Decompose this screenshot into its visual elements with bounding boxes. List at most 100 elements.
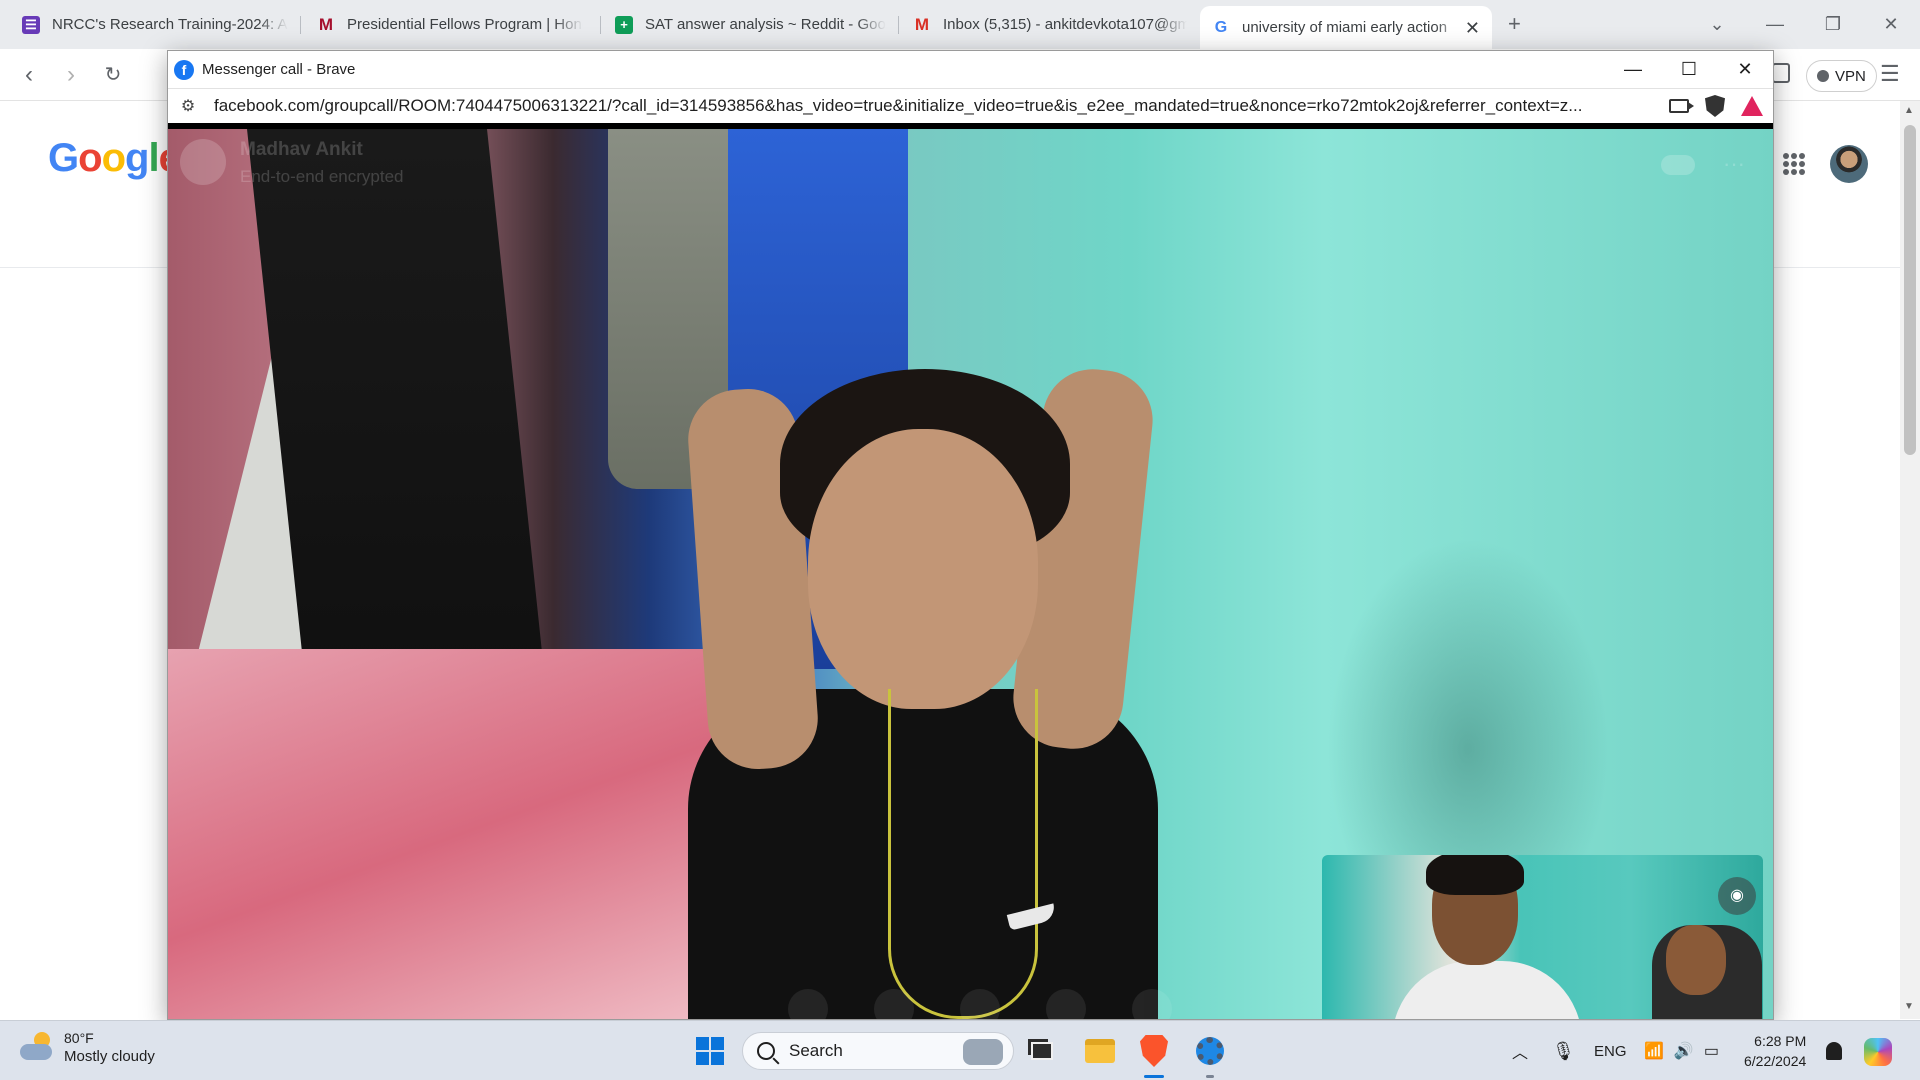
new-tab-icon[interactable]: + — [1508, 11, 1521, 37]
file-explorer-button[interactable] — [1080, 1031, 1120, 1071]
wifi-icon: 📶 — [1644, 1043, 1664, 1060]
menu-icon[interactable]: ☰ — [1880, 61, 1900, 87]
restore-icon[interactable]: ❐ — [1804, 14, 1862, 35]
settings-button[interactable] — [1190, 1031, 1230, 1071]
battery-icon: ▭ — [1703, 1043, 1719, 1060]
microphone-tray[interactable]: 🎙 — [1552, 1021, 1575, 1080]
vpn-status-icon — [1817, 70, 1829, 82]
vpn-button[interactable]: VPN — [1806, 60, 1877, 92]
popup-titlebar[interactable]: f Messenger call - Brave — ☐ ✕ — [168, 51, 1773, 88]
caller-avatar — [180, 139, 226, 185]
brave-shields-icon[interactable] — [1705, 95, 1725, 117]
windows-taskbar: 80°F Mostly cloudy Search ︿ 🎙 ENG 📶 🔊 ▭ … — [0, 1020, 1920, 1080]
account-avatar[interactable] — [1830, 145, 1868, 183]
forms-icon: ☰ — [22, 15, 40, 34]
volume-icon: 🔊 — [1673, 1043, 1694, 1060]
maximize-icon[interactable]: ☐ — [1661, 51, 1717, 88]
windows-logo-icon — [696, 1037, 724, 1065]
connection-signal-icon[interactable]: ◉ — [1718, 877, 1756, 915]
wallet-icon[interactable] — [1772, 63, 1790, 83]
video-scene — [1426, 855, 1524, 895]
popup-address-bar[interactable]: ⚙ facebook.com/groupcall/ROOM:7404475006… — [168, 88, 1773, 126]
scrollbar-thumb[interactable] — [1904, 125, 1916, 455]
add-person-icon[interactable] — [874, 989, 914, 1019]
brave-rewards-icon[interactable] — [1741, 96, 1763, 116]
google-logo[interactable]: Google — [48, 136, 181, 181]
google-apps-icon[interactable] — [1783, 153, 1805, 175]
weather-widget[interactable]: 80°F Mostly cloudy — [20, 1030, 155, 1065]
minimize-icon[interactable]: — — [1605, 51, 1661, 88]
tab-separator — [600, 16, 601, 34]
clock-time: 6:28 PM — [1754, 1033, 1807, 1049]
chevron-up-icon[interactable]: ︿ — [1512, 1039, 1528, 1063]
tab-search-icon[interactable]: ⌄ — [1688, 14, 1746, 35]
weather-description: Mostly cloudy — [64, 1048, 155, 1065]
minimize-icon[interactable]: — — [1746, 14, 1804, 35]
scroll-down-icon[interactable]: ▼ — [1904, 1001, 1914, 1012]
video-scene — [1666, 925, 1726, 995]
page-scrollbar[interactable]: ▲ ▼ — [1900, 101, 1920, 1019]
gmail-icon: M — [914, 14, 930, 34]
brave-browser-button[interactable] — [1134, 1031, 1174, 1071]
camera-in-use-icon[interactable] — [1669, 99, 1694, 113]
caller-info: Madhav Ankit End-to-end encrypted — [180, 139, 404, 187]
language-label: ENG — [1594, 1042, 1627, 1060]
video-scene — [1392, 961, 1582, 1019]
scroll-up-icon[interactable]: ▲ — [1904, 105, 1914, 116]
tab-gmail-inbox[interactable]: M Inbox (5,315) - ankitdevkota107@gm — [901, 8, 1199, 41]
forward-icon[interactable]: › — [56, 61, 86, 91]
microphone-icon[interactable] — [1046, 989, 1086, 1019]
start-button[interactable] — [690, 1031, 730, 1071]
reload-icon[interactable]: ↻ — [98, 61, 128, 91]
more-options-icon[interactable]: ··· — [1723, 153, 1745, 175]
popup-window-controls: — ☐ ✕ — [1605, 51, 1773, 88]
call-controls — [788, 989, 1172, 1019]
call-top-controls: ··· — [1661, 153, 1745, 175]
task-view-button[interactable] — [1022, 1031, 1062, 1071]
end-call-icon[interactable] — [1132, 989, 1172, 1019]
remote-video-feed[interactable]: Madhav Ankit End-to-end encrypted ··· ◉ — [168, 129, 1773, 1019]
back-icon[interactable]: ‹ — [14, 61, 44, 91]
tab-google-search[interactable]: G university of miami early action ✕ — [1200, 6, 1492, 49]
microphone-icon[interactable]: 🎙 — [1552, 1041, 1575, 1062]
tab-title: SAT answer analysis ~ Reddit - Goog — [645, 16, 886, 33]
close-tab-icon[interactable]: ✕ — [1465, 18, 1480, 39]
language-indicator[interactable]: ENG — [1594, 1021, 1627, 1080]
close-icon[interactable]: ✕ — [1717, 51, 1773, 88]
tab-title: university of miami early action — [1242, 19, 1448, 36]
tab-sat-analysis[interactable]: + SAT answer analysis ~ Reddit - Goog — [603, 8, 898, 41]
taskbar-search[interactable]: Search — [742, 1032, 1014, 1070]
show-hidden-icons[interactable]: ︿ — [1512, 1021, 1528, 1080]
video-toggle-icon[interactable] — [960, 989, 1000, 1019]
clock-date: 6/22/2024 — [1744, 1053, 1807, 1069]
tab-presidential-fellows[interactable]: M Presidential Fellows Program | Hono — [305, 8, 595, 41]
logo-letter: o — [78, 136, 102, 180]
notifications-icon[interactable] — [1826, 1042, 1842, 1060]
screen-share-icon[interactable] — [788, 989, 828, 1019]
close-icon[interactable]: ✕ — [1862, 14, 1920, 35]
vpn-label: VPN — [1835, 67, 1866, 85]
self-view-video[interactable]: ◉ — [1322, 855, 1763, 1019]
clock[interactable]: 6:28 PM 6/22/2024 — [1744, 1031, 1806, 1071]
logo-letter: G — [48, 136, 79, 180]
browser-tab-strip: ☰ NRCC's Research Training-2024: App M P… — [0, 0, 1920, 49]
popup-url[interactable]: facebook.com/groupcall/ROOM:740447500631… — [214, 96, 1634, 116]
open-app-indicator — [1206, 1075, 1214, 1078]
search-highlight-icon — [963, 1039, 1003, 1065]
tab-title: Inbox (5,315) - ankitdevkota107@gm — [943, 16, 1187, 33]
sheets-icon: + — [615, 15, 633, 34]
tab-title: NRCC's Research Training-2024: App — [52, 16, 288, 33]
video-scene — [168, 649, 728, 1019]
site-settings-icon[interactable]: ⚙ — [178, 96, 198, 116]
tab-nrcc-research[interactable]: ☰ NRCC's Research Training-2024: App — [10, 8, 300, 41]
add-people-icon[interactable] — [1661, 155, 1696, 175]
copilot-icon[interactable] — [1864, 1038, 1892, 1066]
quick-settings[interactable]: 📶 🔊 ▭ — [1644, 1021, 1719, 1080]
facebook-icon: f — [174, 59, 194, 80]
tab-separator — [898, 16, 899, 34]
tab-separator — [300, 16, 301, 34]
partly-cloudy-icon — [20, 1031, 54, 1060]
brave-icon — [1140, 1035, 1168, 1067]
logo-letter: o — [101, 136, 126, 180]
video-scene — [888, 689, 1038, 1019]
